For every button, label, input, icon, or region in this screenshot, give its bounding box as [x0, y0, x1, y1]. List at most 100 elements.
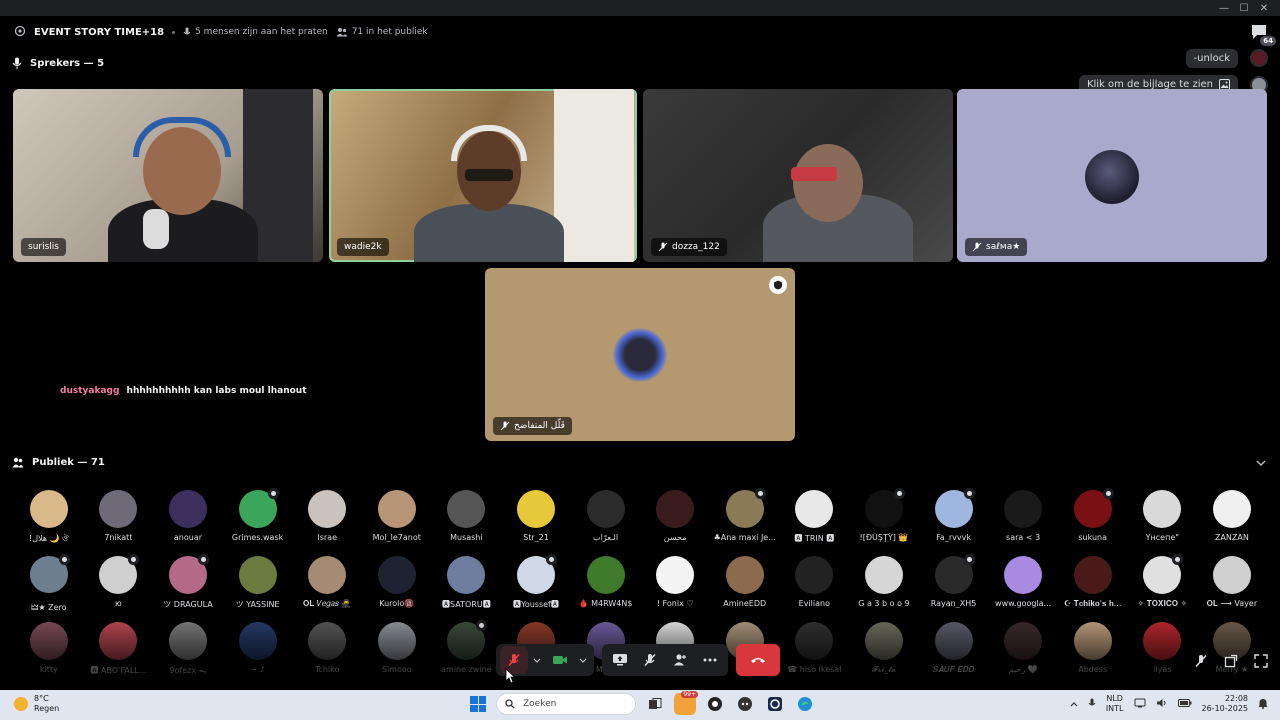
notification-bell-icon[interactable] — [1258, 698, 1268, 711]
audience-member[interactable]: Fa_rvvvk — [919, 488, 989, 548]
audience-member[interactable]: 𝑺𝑨𝑼𝑭 𝑬𝑫𝑫 — [919, 622, 989, 680]
share-screen-button[interactable] — [606, 646, 634, 674]
taskbar-clock[interactable]: 22:08 26-10-2025 — [1202, 694, 1249, 714]
red-headband — [791, 167, 837, 181]
battery-icon[interactable] — [1177, 699, 1192, 709]
invite-speakers-button[interactable] — [666, 646, 694, 674]
audience-member[interactable]: ツ DRAGULA — [153, 554, 223, 614]
top-right-tools: 64 — [1250, 24, 1276, 46]
language-indicator[interactable]: NLD INTL — [1106, 694, 1124, 714]
avatar — [447, 556, 486, 594]
audience-member[interactable]: الـعرّاب — [571, 490, 641, 548]
audience-member[interactable]: 9ofezx ᯓ — [153, 622, 223, 680]
audience-member[interactable]: AmineEDD — [710, 556, 780, 614]
browser-app-icon[interactable] — [704, 693, 726, 715]
audience-member[interactable]: Kurolo🔞 — [362, 556, 432, 614]
audience-member[interactable]: www.googla... — [988, 556, 1058, 614]
audience-member[interactable]: Abdess — [1058, 622, 1128, 680]
speaker-tile-wadie2k[interactable]: wadie2k — [329, 89, 637, 262]
tray-microphone-icon[interactable] — [1088, 698, 1096, 711]
audience-member-name: ![ĐŪŞŢŶ] 👑 — [859, 533, 909, 542]
task-view-icon[interactable] — [644, 693, 666, 715]
audience-member[interactable]: ю — [84, 554, 154, 614]
discord-app-icon[interactable] — [734, 693, 756, 715]
audience-member[interactable]: 🅰 ABO FALL... — [84, 622, 154, 680]
audience-member[interactable]: 🅰SATORU🅰 — [432, 556, 502, 614]
audience-member[interactable]: ! Fonix ♡ — [640, 556, 710, 614]
audience-member[interactable]: Str_21 — [501, 490, 571, 548]
audience-member[interactable]: ZANZAN — [1197, 490, 1267, 548]
tray-expand-chevron-icon[interactable] — [1070, 700, 1078, 709]
avatar — [168, 490, 207, 528]
audience-member-name: www.googla... — [995, 599, 1052, 608]
camera-button[interactable] — [546, 646, 574, 674]
maximize-button[interactable]: ☐ — [1234, 0, 1254, 16]
audience-member[interactable]: 7nikatt — [84, 490, 154, 548]
audience-member[interactable]: 🜲★ Zero — [14, 554, 84, 614]
camera-options-chevron-icon[interactable] — [576, 646, 590, 674]
fullscreen-button[interactable] — [1252, 652, 1270, 670]
user-avatar[interactable] — [1250, 49, 1268, 67]
audience-member[interactable]: Tchiko — [292, 622, 362, 680]
minimize-button[interactable]: — — [1214, 0, 1234, 16]
taskbar-search[interactable]: Zoeken — [496, 693, 636, 715]
audience-member[interactable]: 🅰 TRIN 🅰 — [780, 490, 850, 548]
audience-member[interactable]: 𝓕𝓻𝓲_𝓽𝓪 — [849, 622, 919, 680]
audience-member[interactable]: ✧ 𝐓𝐎𝐗𝐈𝐂𝐎 ✧ — [1128, 554, 1198, 614]
collapse-audience-chevron-icon[interactable] — [1256, 456, 1266, 469]
speaker-tile-salma[interactable]: saℓмa★ — [957, 89, 1267, 262]
audience-member[interactable]: sukuna — [1058, 488, 1128, 548]
audience-member[interactable]: Merry ★ — [1197, 622, 1267, 680]
audience-member[interactable]: Simooo — [362, 622, 432, 680]
mic-options-chevron-icon[interactable] — [530, 646, 544, 674]
speaker-tile-dozza_122[interactable]: dozza_122 — [643, 89, 953, 262]
audience-member[interactable]: amine zwine — [432, 620, 502, 680]
network-icon[interactable] — [1134, 698, 1146, 710]
audience-member[interactable]: ilyas — [1128, 622, 1198, 680]
audience-member[interactable]: ☎ hiso lkesal — [780, 622, 850, 680]
audience-member-name: ! Fonix ♡ — [656, 599, 694, 608]
audience-member[interactable]: رحيم 🤍 — [988, 622, 1058, 680]
audience-member[interactable]: 𝐎𝐋 𝑉𝑒𝑔𝑎𝑠 🥷 — [292, 556, 362, 614]
speaker-tile-arabic[interactable]: قَلّل المتفاضح — [485, 268, 795, 441]
unlock-pill[interactable]: -unlock — [1185, 49, 1238, 68]
audience-member[interactable]: G a 3 b o o 9 — [849, 556, 919, 614]
audience-member[interactable]: ☪ 𝐓𝐜𝐡𝐢𝐤𝐨'𝐬 𝐡... — [1058, 556, 1128, 614]
volume-icon[interactable] — [1156, 698, 1168, 710]
hide-muted-toggle[interactable] — [1192, 652, 1210, 670]
audience-member[interactable]: 𝐎𝐋 ⟶ Vayer — [1197, 556, 1267, 614]
audience-member[interactable]: ~ ♪ — [223, 622, 293, 680]
audience-member[interactable]: 🅰Youssef🅰 — [501, 554, 571, 614]
audience-member-name: Grimes.wask — [231, 533, 284, 542]
app-icon[interactable] — [764, 693, 786, 715]
screen-share-icon — [613, 654, 627, 666]
more-options-button[interactable] — [696, 646, 724, 674]
chat-notification-button[interactable]: 64 — [1250, 24, 1276, 46]
audience-member[interactable]: 🩸 M4RW4N$ — [571, 556, 641, 614]
audience-member[interactable]: ♣Ana maxi Je... — [710, 488, 780, 548]
audience-member[interactable]: Rayan_XH5 — [919, 554, 989, 614]
start-button[interactable] — [468, 694, 488, 714]
leave-stage-button[interactable] — [736, 644, 780, 676]
chat-username[interactable]: dustyakagg — [60, 386, 119, 396]
social-app-icon[interactable]: 99+ — [674, 691, 698, 715]
weather-widget[interactable]: 8°C Regen — [14, 694, 59, 714]
audience-member[interactable]: !هلال 🌙 ঔ — [14, 490, 84, 548]
audience-member[interactable]: Israe — [292, 490, 362, 548]
close-button[interactable]: ✕ — [1254, 0, 1274, 16]
audience-member[interactable]: Eviliano — [780, 556, 850, 614]
audience-member[interactable]: anouar — [153, 490, 223, 548]
speaker-tile-surislis[interactable]: surislis — [13, 89, 323, 262]
audience-member[interactable]: ![ĐŪŞŢŶ] 👑 — [849, 488, 919, 548]
audience-member[interactable]: sara < 3 — [988, 490, 1058, 548]
pop-out-button[interactable] — [1222, 652, 1240, 670]
audience-member[interactable]: Үнсепе" — [1128, 490, 1198, 548]
edge-browser-icon[interactable] — [794, 693, 816, 715]
audience-member[interactable]: kitty — [14, 622, 84, 680]
audience-member[interactable]: Mol_le7anot — [362, 490, 432, 548]
audience-member[interactable]: محسن — [640, 490, 710, 548]
audience-member[interactable]: ツ YASSINE — [223, 556, 293, 614]
audience-member[interactable]: Musashi — [432, 490, 502, 548]
audience-member[interactable]: Grimes.wask — [223, 488, 293, 548]
move-to-audience-button[interactable] — [636, 646, 664, 674]
